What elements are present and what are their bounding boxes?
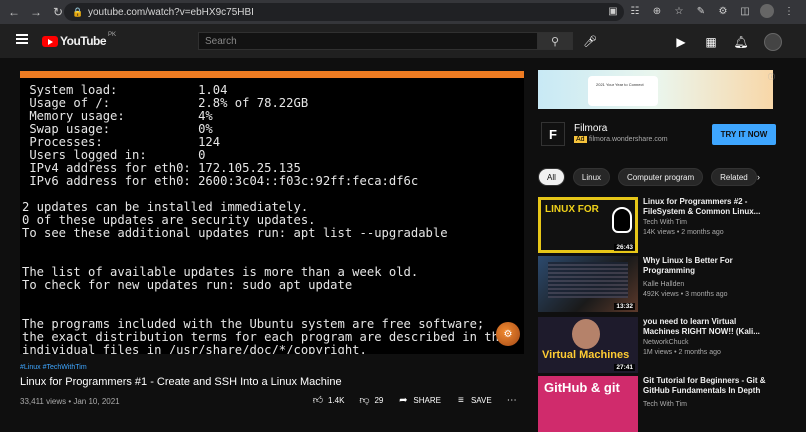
video-actions: 👍︎ 1.4K 👎︎ 29 ➦ SHARE ≡ SAVE ⋯: [312, 394, 518, 407]
youtube-header: YouTube PK ⚲ 🎤︎ ▶ ▦ 🔔︎: [0, 24, 806, 58]
puzzle-extension-icon[interactable]: ⚙: [716, 4, 730, 18]
thumbnail-text: LINUX FOR: [545, 204, 599, 215]
video-thumbnail[interactable]: LINUX FOR 26:43: [538, 197, 638, 253]
terminal-output: System load: 1.04 Usage of /: 2.8% of 78…: [22, 83, 507, 355]
like-button[interactable]: 👍︎ 1.4K: [312, 394, 345, 406]
zoom-icon[interactable]: ⊕: [650, 4, 664, 18]
ad-advertiser-logo[interactable]: F: [541, 122, 565, 146]
recommendation-title[interactable]: Git Tutorial for Beginners - Git & GitHu…: [643, 376, 773, 395]
ad-label-badge: Ad: [574, 136, 587, 143]
recommendation-item[interactable]: 13:32 Why Linux Is Better For Programmin…: [538, 256, 778, 312]
ad-banner-text: 2021 Your Year to Connect: [596, 82, 644, 87]
thumbs-down-icon: 👎︎: [359, 395, 370, 406]
video-thumbnail[interactable]: 13:32: [538, 256, 638, 312]
recommendation-item[interactable]: GitHub & git Git Tutorial for Beginners …: [538, 376, 778, 432]
browser-menu-icon[interactable]: ⋮: [782, 4, 796, 18]
thumbnail-face: [572, 319, 600, 349]
url-text: youtube.com/watch?v=ebHX9c75HBI: [88, 6, 254, 18]
video-thumbnail[interactable]: Virtual Machines 27:41: [538, 317, 638, 373]
chip-computer-program[interactable]: Computer program: [618, 168, 704, 186]
thumbnail-text: GitHub & git: [544, 380, 620, 395]
like-count: 1.4K: [328, 395, 345, 405]
country-code: PK: [108, 32, 117, 38]
address-bar[interactable]: 🔒 youtube.com/watch?v=ebHX9c75HBI: [64, 3, 624, 21]
browser-toolbar: ← → ↻ 🔒 youtube.com/watch?v=ebHX9c75HBI …: [0, 0, 806, 24]
thumbnail-screen: [548, 262, 628, 298]
forward-icon[interactable]: →: [28, 4, 44, 20]
header-actions: ▶ ▦ 🔔︎: [674, 33, 782, 51]
lock-icon: 🔒: [72, 7, 84, 17]
chip-linux[interactable]: Linux: [572, 168, 611, 186]
extension-icons: ▣ ☷ ⊕ ☆ ✎ ⚙ ◫ ⋮: [606, 4, 796, 18]
search-box: [198, 32, 538, 50]
save-label: SAVE: [470, 395, 492, 405]
chevron-right-icon[interactable]: ›: [757, 172, 767, 182]
search-icon: ⚲: [550, 35, 560, 48]
penguin-icon: [612, 207, 632, 233]
create-video-icon[interactable]: ▶: [674, 35, 688, 49]
pen-extension-icon[interactable]: ✎: [694, 4, 708, 18]
share-arrow-icon: ➦: [399, 394, 408, 406]
recommendation-title[interactable]: Why Linux Is Better For Programming: [643, 256, 773, 275]
apps-grid-icon[interactable]: ▦: [704, 35, 718, 49]
video-title: Linux for Programmers #1 - Create and SS…: [20, 376, 342, 388]
share-label: SHARE: [413, 395, 441, 405]
youtube-logo[interactable]: YouTube PK: [42, 32, 117, 48]
ad-cta-button[interactable]: TRY IT NOW: [712, 124, 776, 145]
sidebar-icon[interactable]: ◫: [738, 4, 752, 18]
video-hashtags[interactable]: #Linux #TechWithTim: [20, 364, 87, 371]
video-player[interactable]: System load: 1.04 Usage of /: 2.8% of 78…: [20, 71, 524, 354]
profile-avatar[interactable]: [760, 4, 774, 18]
chip-related[interactable]: Related: [711, 168, 757, 186]
filter-chips: All Linux Computer program Related: [538, 168, 757, 186]
recommendation-channel[interactable]: Tech With Tim: [643, 401, 687, 408]
youtube-play-icon: [42, 35, 58, 47]
recommendation-channel[interactable]: NetworkChuck: [643, 339, 689, 346]
recommendation-title[interactable]: you need to learn Virtual Machines RIGHT…: [643, 317, 773, 336]
share-button[interactable]: ➦ SHARE: [397, 394, 441, 406]
thumbnail-text: Virtual Machines: [542, 349, 630, 361]
back-icon[interactable]: ←: [6, 4, 22, 20]
ad-info-icon[interactable]: ⓘ: [768, 72, 776, 81]
ad-banner-image[interactable]: 2021 Your Year to Connect: [538, 70, 773, 109]
recommendation-item[interactable]: Virtual Machines 27:41 you need to learn…: [538, 317, 778, 373]
ad-banner-card: [588, 76, 658, 106]
search-input[interactable]: [199, 33, 537, 49]
recommendation-channel[interactable]: Tech With Tim: [643, 219, 687, 226]
recommendation-meta: 492K views • 3 months ago: [643, 291, 728, 298]
recommendation-title[interactable]: Linux for Programmers #2 - FileSystem & …: [643, 197, 773, 216]
dislike-count: 29: [374, 395, 384, 405]
recommendation-meta: 14K views • 2 months ago: [643, 229, 724, 236]
thumbs-up-icon: 👍︎: [312, 395, 324, 406]
search-button[interactable]: ⚲: [537, 32, 573, 50]
ad-advertiser-name[interactable]: Filmora: [574, 123, 607, 134]
more-actions-button[interactable]: ⋯: [506, 394, 518, 406]
video-duration: 13:32: [614, 303, 635, 310]
logo-wordmark: YouTube: [60, 34, 107, 48]
video-duration: 26:43: [614, 244, 635, 251]
bookmark-star-icon[interactable]: ☆: [672, 4, 686, 18]
screenshot-icon[interactable]: ☷: [628, 4, 642, 18]
microphone-icon[interactable]: 🎤︎: [583, 35, 597, 49]
chip-all[interactable]: All: [538, 168, 565, 186]
player-top-bar: [20, 71, 524, 78]
video-thumbnail[interactable]: GitHub & git: [538, 376, 638, 432]
channel-watermark[interactable]: ⚙: [496, 322, 520, 346]
more-horizontal-icon: ⋯: [506, 394, 517, 406]
video-duration: 27:41: [614, 364, 635, 371]
recommendation-channel[interactable]: Kalle Hallden: [643, 281, 684, 288]
menu-icon[interactable]: [16, 34, 28, 44]
playlist-add-icon: ≡: [458, 394, 464, 406]
cast-icon[interactable]: ▣: [606, 4, 620, 18]
video-views-date: 33,411 views • Jan 10, 2021: [20, 397, 120, 406]
recommendation-item[interactable]: LINUX FOR 26:43 Linux for Programmers #2…: [538, 197, 778, 253]
notifications-bell-icon[interactable]: 🔔︎: [733, 35, 748, 49]
user-avatar[interactable]: [764, 33, 782, 51]
dislike-button[interactable]: 👎︎ 29: [358, 394, 383, 406]
save-button[interactable]: ≡ SAVE: [455, 394, 492, 406]
recommendation-meta: 1M views • 2 months ago: [643, 349, 721, 356]
ad-domain: filmora.wondershare.com: [589, 136, 668, 143]
